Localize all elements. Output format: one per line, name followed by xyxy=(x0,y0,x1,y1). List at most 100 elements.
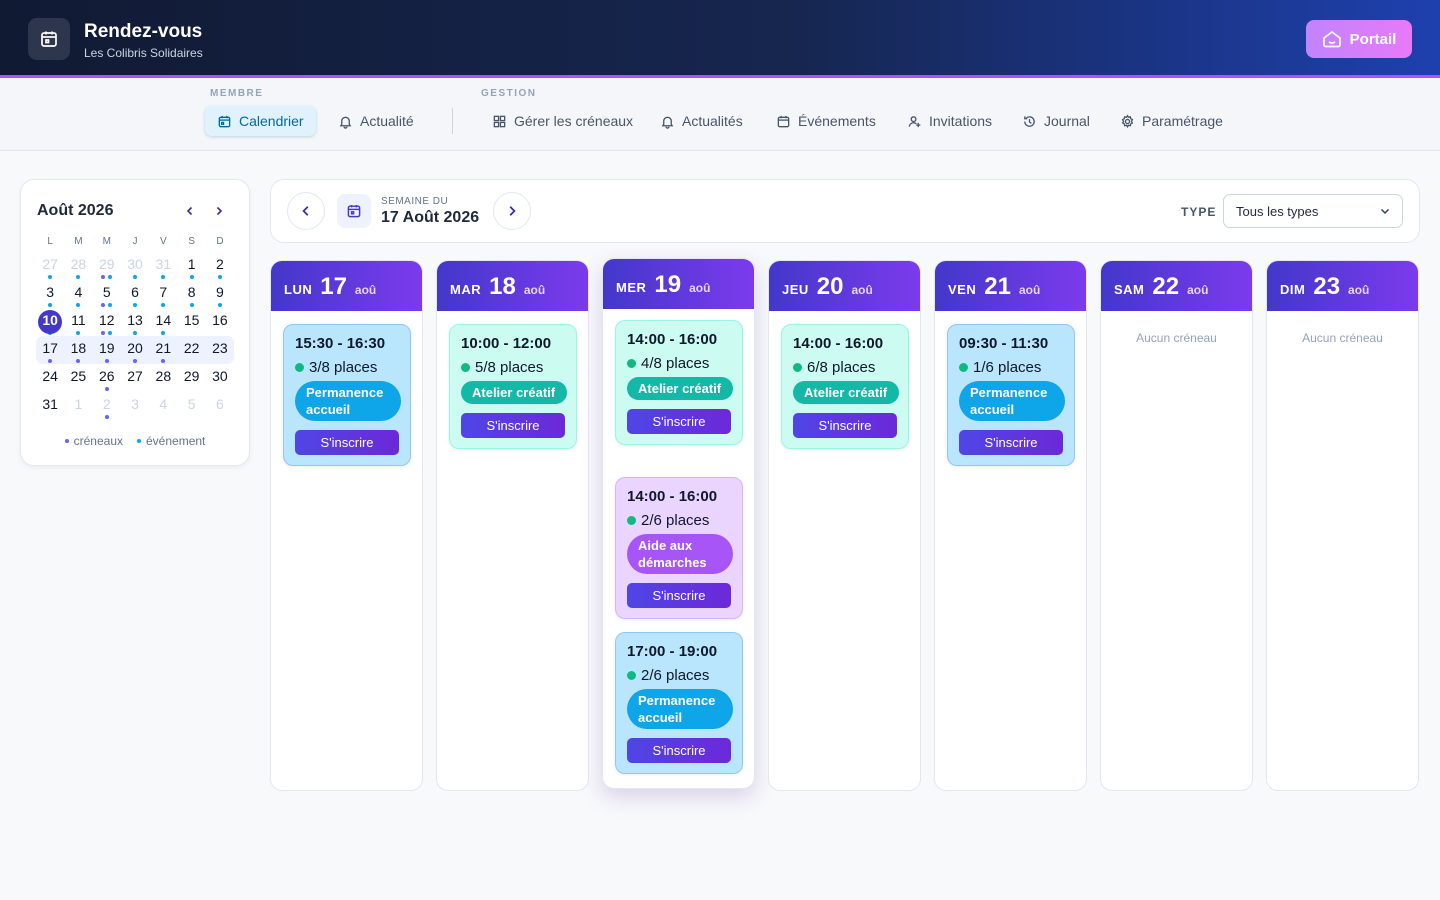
slot-card[interactable]: 14:00 - 16:00 6/8 places Atelier créatif S'… xyxy=(781,324,909,449)
mini-calendar-day[interactable]: 6 xyxy=(121,280,149,308)
slot-card[interactable]: 14:00 - 16:00 4/8 places Atelier créatif S'… xyxy=(615,320,743,445)
mini-calendar-day[interactable]: 25 xyxy=(64,364,92,392)
slot-card[interactable]: 10:00 - 12:00 5/8 places Atelier créatif S'… xyxy=(449,324,577,449)
register-button[interactable]: S'inscrire xyxy=(793,413,897,438)
mini-calendar-day[interactable]: 5 xyxy=(93,280,121,308)
register-button[interactable]: S'inscrire xyxy=(627,738,731,763)
register-button[interactable]: S'inscrire xyxy=(295,430,399,455)
day-number: 4 xyxy=(74,284,83,300)
mini-calendar-day[interactable]: 29 xyxy=(93,252,121,280)
mini-calendar-day[interactable]: 8 xyxy=(177,280,205,308)
mini-calendar-day[interactable]: 9 xyxy=(206,280,234,308)
weekday-header: J xyxy=(132,236,138,247)
mini-calendar-day[interactable]: 17 xyxy=(36,336,65,364)
mini-calendar-day[interactable]: 20 xyxy=(120,336,150,364)
day-number: 13 xyxy=(127,312,143,328)
mini-calendar-day[interactable]: 14 xyxy=(149,308,177,336)
nav-item-label: Invitations xyxy=(929,113,993,129)
day-weekday: JEU xyxy=(782,282,809,297)
mini-calendar-day[interactable]: 1 xyxy=(177,252,205,280)
prev-week-button[interactable] xyxy=(287,192,325,230)
portal-label: Portail xyxy=(1349,30,1397,48)
mini-calendar-day[interactable]: 28 xyxy=(64,252,92,280)
mini-calendar-day[interactable]: 1 xyxy=(64,392,92,420)
mini-calendar-day[interactable]: 22 xyxy=(177,336,206,364)
day-number: 17 xyxy=(42,340,58,356)
mini-calendar-day[interactable]: 16 xyxy=(206,308,234,336)
mini-calendar-day[interactable]: 31 xyxy=(36,392,64,420)
mini-calendar-day[interactable]: 29 xyxy=(177,364,205,392)
day-number: 26 xyxy=(98,368,115,384)
mini-calendar-day[interactable]: 23 xyxy=(205,336,235,364)
next-week-button[interactable] xyxy=(493,192,531,230)
mini-calendar-day[interactable]: 2 xyxy=(206,252,234,280)
bell-icon xyxy=(661,116,674,129)
slot-card[interactable]: 14:00 - 16:00 2/6 places Aide aux démarche… xyxy=(615,477,743,619)
empty-day-note: Aucun créneau xyxy=(1136,331,1217,345)
day-number: 5 xyxy=(187,396,196,412)
mini-calendar-day[interactable]: 31 xyxy=(149,252,177,280)
nav-item-3[interactable]: Actualités xyxy=(648,106,755,136)
nav-item-4[interactable]: Événements xyxy=(764,106,888,136)
mini-calendar-day[interactable]: 18 xyxy=(64,336,93,364)
mini-calendar-day[interactable]: 28 xyxy=(149,364,177,392)
slot-card[interactable]: 17:00 - 19:00 2/6 places Permanence accuei… xyxy=(615,632,743,774)
mini-calendar-day[interactable]: 7 xyxy=(149,280,177,308)
slot-places: 5/8 places xyxy=(461,359,566,376)
mini-calendar-day[interactable]: 11 xyxy=(64,308,92,336)
nav-item-1[interactable]: Actualité xyxy=(326,106,426,136)
prev-month-button[interactable] xyxy=(181,202,199,220)
mini-calendar-day[interactable]: 26 xyxy=(93,364,121,392)
calendar-icon xyxy=(347,205,361,218)
day-number: 10 xyxy=(38,310,63,334)
nav-item-5[interactable]: Invitations xyxy=(895,106,1004,136)
mini-calendar-title: Août 2026 xyxy=(37,202,114,219)
mini-calendar-day[interactable]: 27 xyxy=(121,364,149,392)
day-number: 17 xyxy=(320,273,347,300)
mini-calendar-day[interactable]: 4 xyxy=(149,392,177,420)
day-number: 1 xyxy=(187,256,196,272)
register-button[interactable]: S'inscrire xyxy=(627,583,731,608)
nav-item-2[interactable]: Gérer les créneaux xyxy=(480,106,645,136)
nav-item-0[interactable]: Calendrier xyxy=(205,106,316,136)
day-month: aoû xyxy=(851,283,873,297)
week-date: 17 Août 2026 xyxy=(381,209,480,226)
mini-calendar-day[interactable]: 3 xyxy=(121,392,149,420)
day-number: 16 xyxy=(212,312,228,328)
mini-calendar-day[interactable]: 13 xyxy=(121,308,149,336)
type-filter-select[interactable]: Tous les types xyxy=(1223,194,1403,228)
mini-calendar-day[interactable]: 15 xyxy=(177,308,205,336)
chevron-left-icon xyxy=(302,206,309,216)
calendar-grid-icon xyxy=(218,115,231,127)
nav-item-7[interactable]: Paramétrage xyxy=(1108,106,1235,136)
day-number: 24 xyxy=(42,368,58,384)
mini-calendar-day[interactable]: 3 xyxy=(36,280,64,308)
mini-calendar-day[interactable]: 19 xyxy=(92,336,121,364)
next-month-button[interactable] xyxy=(210,202,228,220)
slot-type-badge: Atelier créatif xyxy=(793,381,899,404)
mini-calendar-day[interactable]: 4 xyxy=(64,280,92,308)
nav-item-6[interactable]: Journal xyxy=(1010,106,1102,136)
mini-calendar-day[interactable]: 30 xyxy=(121,252,149,280)
mini-calendar-day[interactable]: 30 xyxy=(206,364,234,392)
day-number: 6 xyxy=(216,396,224,412)
mini-calendar-day[interactable]: 5 xyxy=(177,392,205,420)
slot-time: 09:30 - 11:30 xyxy=(959,335,1049,352)
mini-calendar-day[interactable]: 10 xyxy=(36,308,64,336)
register-button[interactable]: S'inscrire xyxy=(461,413,565,438)
day-month: aoû xyxy=(1187,283,1209,297)
mini-calendar-day[interactable]: 24 xyxy=(36,364,64,392)
day-number: 6 xyxy=(131,284,139,300)
mini-calendar-day[interactable]: 6 xyxy=(206,392,234,420)
day-number: 21 xyxy=(984,273,1011,300)
mini-calendar-day[interactable]: 27 xyxy=(36,252,64,280)
slot-card[interactable]: 15:30 - 16:30 3/8 places Permanence accuei… xyxy=(283,324,411,466)
register-button[interactable]: S'inscrire xyxy=(627,409,731,434)
portal-button[interactable]: Portail xyxy=(1306,20,1412,58)
nav-item-label: Actualités xyxy=(682,113,743,129)
register-button[interactable]: S'inscrire xyxy=(959,430,1063,455)
slot-card[interactable]: 09:30 - 11:30 1/6 places Permanence accuei… xyxy=(947,324,1075,466)
mini-calendar-day[interactable]: 2 xyxy=(93,392,121,420)
mini-calendar-day[interactable]: 12 xyxy=(93,308,121,336)
mini-calendar-day[interactable]: 21 xyxy=(149,336,178,364)
